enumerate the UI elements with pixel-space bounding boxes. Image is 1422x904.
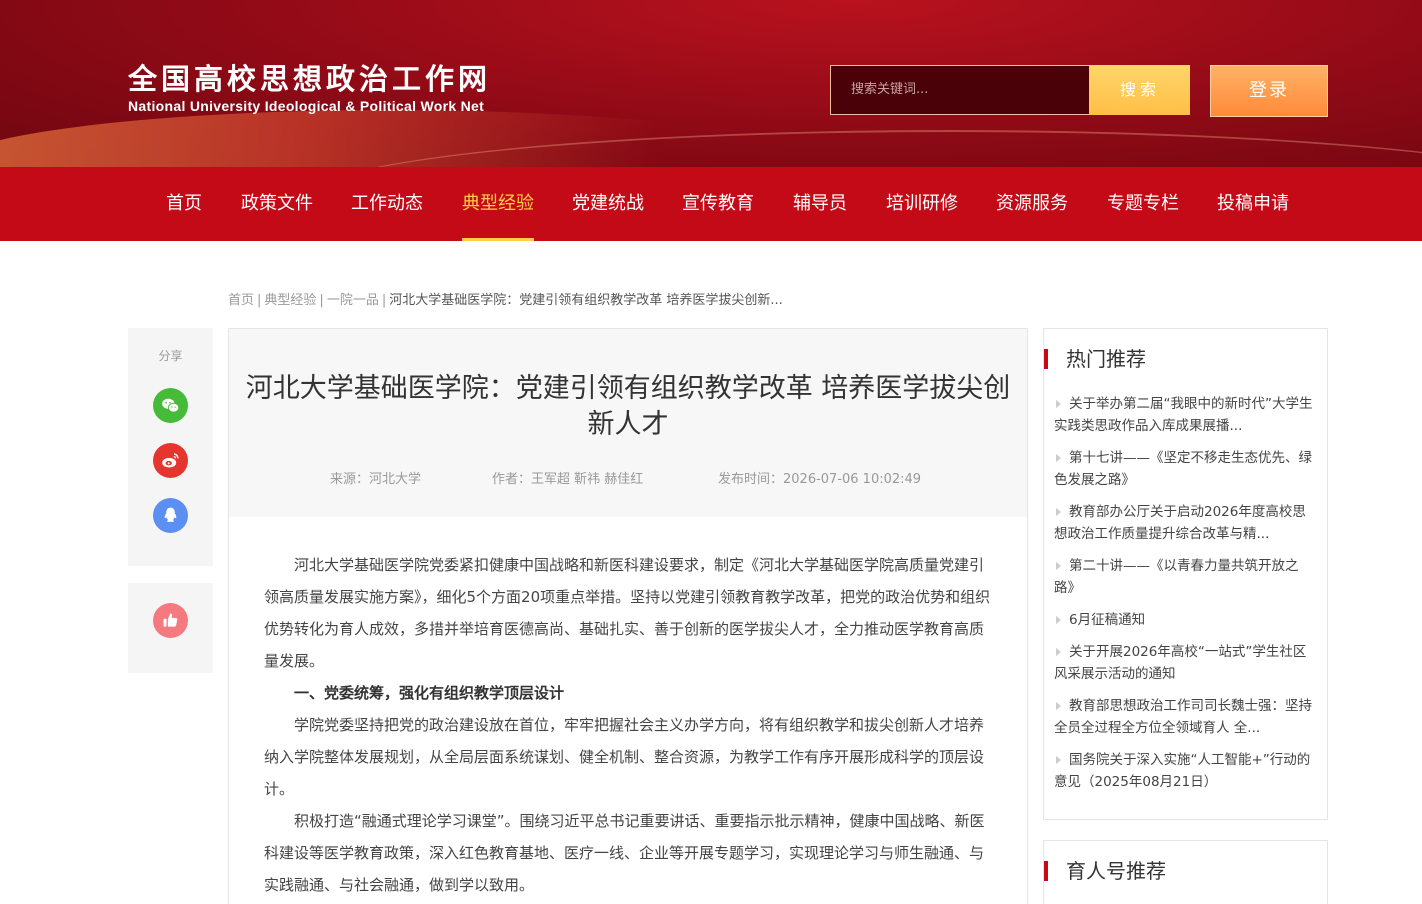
caret-right-icon [1056, 561, 1061, 570]
article-paragraph: 河北大学基础医学院党委紧扣健康中国战略和新医科建设要求，制定《河北大学基础医学院… [264, 556, 991, 670]
caret-right-icon [1056, 647, 1061, 656]
nav-item-counselor[interactable]: 辅导员 [793, 167, 847, 241]
list-item[interactable]: 关于举办第二届“我眼中的新时代”大学生实践类思政作品入库成果展播... [1054, 393, 1316, 437]
nav-item-submit[interactable]: 投稿申请 [1217, 167, 1289, 241]
article-container: 河北大学基础医学院：党建引领有组织教学改革 培养医学拔尖创新人才 来源：河北大学… [228, 328, 1028, 904]
yuren-recommend-title: 育人号推荐 [1044, 859, 1166, 883]
login-button[interactable]: 登录 [1210, 65, 1328, 117]
breadcrumb-experience[interactable]: 典型经验 [264, 293, 316, 308]
caret-right-icon [1056, 453, 1061, 462]
nav-item-policy[interactable]: 政策文件 [241, 167, 313, 241]
article-body: 河北大学基础医学院党委紧扣健康中国战略和新医科建设要求，制定《河北大学基础医学院… [264, 549, 994, 901]
hot-item-text: 教育部办公厅关于启动2026年度高校思想政治工作质量提升综合改革与精... [1054, 504, 1306, 542]
list-item[interactable]: 6月征稿通知 [1054, 609, 1316, 631]
hot-item-text: 第十七讲——《坚定不移走生态优先、绿色发展之路》 [1054, 450, 1312, 488]
article-publish-time: 发布时间：2026-07-06 10:02:49 [718, 472, 922, 487]
article-paragraph: 积极打造“融通式理论学习课堂”。围绕习近平总书记重要讲话、重要指示批示精神，健康… [264, 812, 985, 894]
list-item[interactable]: 第二十讲——《以青春力量共筑开放之路》 [1054, 555, 1316, 599]
breadcrumb-current: 河北大学基础医学院：党建引领有组织教学改革 培养医学拔尖创新... [389, 293, 783, 308]
breadcrumb-category[interactable]: 一院一品 [327, 293, 379, 308]
weibo-icon [162, 453, 179, 468]
hot-item-text: 6月征稿通知 [1069, 612, 1146, 628]
site-header: 全国高校思想政治工作网 National University Ideologi… [0, 0, 1422, 167]
nav-item-publicity[interactable]: 宣传教育 [682, 167, 754, 241]
nav-item-experience[interactable]: 典型经验 [462, 167, 534, 241]
main-nav: 首页 政策文件 工作动态 典型经验 党建统战 宣传教育 辅导员 培训研修 资源服… [0, 167, 1422, 241]
hot-recommend-list: 关于举办第二届“我眼中的新时代”大学生实践类思政作品入库成果展播... 第十七讲… [1054, 393, 1316, 803]
caret-right-icon [1056, 399, 1061, 408]
article-title: 河北大学基础医学院：党建引领有组织教学改革 培养医学拔尖创新人才 [245, 373, 1011, 440]
article-source: 来源：河北大学 [330, 472, 422, 487]
list-item[interactable]: 国务院关于深入实施“人工智能+”行动的意见（2025年08月21日） [1054, 749, 1316, 793]
nav-item-news[interactable]: 工作动态 [351, 167, 423, 241]
caret-right-icon [1056, 701, 1061, 710]
qq-share-button[interactable] [153, 498, 188, 533]
thumbs-up-icon [163, 613, 178, 627]
nav-item-home[interactable]: 首页 [166, 167, 202, 241]
caret-right-icon [1056, 615, 1061, 624]
caret-right-icon [1056, 755, 1061, 764]
logo-chinese-text: 全国高校思想政治工作网 [128, 62, 492, 96]
list-item[interactable]: 教育部办公厅关于启动2026年度高校思想政治工作质量提升综合改革与精... [1054, 501, 1316, 545]
nav-item-resources[interactable]: 资源服务 [996, 167, 1068, 241]
hot-item-text: 关于举办第二届“我眼中的新时代”大学生实践类思政作品入库成果展播... [1054, 396, 1313, 434]
qq-icon [164, 507, 177, 523]
share-label: 分享 [158, 349, 183, 363]
hot-item-text: 第二十讲——《以青春力量共筑开放之路》 [1054, 558, 1299, 596]
list-item[interactable]: 第十七讲——《坚定不移走生态优先、绿色发展之路》 [1054, 447, 1316, 491]
article-section-heading: 一、党委统筹，强化有组织教学顶层设计 [294, 684, 565, 702]
list-item[interactable]: 关于开展2026年高校“一站式”学生社区风采展示活动的通知 [1054, 641, 1316, 685]
site-logo[interactable]: 全国高校思想政治工作网 National University Ideologi… [128, 62, 491, 114]
search-input[interactable]: 搜索关键词... [830, 65, 1090, 115]
wechat-icon [162, 398, 180, 413]
logo-english-text: National University Ideological & Politi… [128, 98, 485, 114]
hot-item-text: 国务院关于深入实施“人工智能+”行动的意见（2025年08月21日） [1054, 752, 1311, 790]
nav-active-underline [462, 238, 534, 241]
wechat-share-button[interactable] [153, 388, 188, 423]
hot-recommend-title: 热门推荐 [1044, 347, 1146, 371]
breadcrumb: 首页 | 典型经验 | 一院一品 | 河北大学基础医学院：党建引领有组织教学改革 培养医学拔… [228, 293, 783, 308]
nav-item-label: 典型经验 [462, 193, 534, 214]
nav-item-training[interactable]: 培训研修 [886, 167, 958, 241]
hot-item-text: 教育部思想政治工作司司长魏士强：坚持全员全过程全方位全领域育人 全... [1054, 698, 1312, 736]
like-panel [128, 583, 213, 673]
article-paragraph: 学院党委坚持把党的政治建设放在首位，牢牢把握社会主义办学方向，将有组织教学和拔尖… [264, 716, 985, 798]
nav-item-party[interactable]: 党建统战 [572, 167, 644, 241]
article-author: 作者：王军超 靳祎 赫佳红 [492, 472, 644, 487]
nav-item-special[interactable]: 专题专栏 [1107, 167, 1179, 241]
caret-right-icon [1056, 507, 1061, 516]
list-item[interactable]: 教育部思想政治工作司司长魏士强：坚持全员全过程全方位全领域育人 全... [1054, 695, 1316, 739]
weibo-share-button[interactable] [153, 443, 188, 478]
hot-item-text: 关于开展2026年高校“一站式”学生社区风采展示活动的通知 [1054, 644, 1307, 682]
breadcrumb-home[interactable]: 首页 [228, 293, 254, 308]
search-button[interactable]: 搜索 [1090, 65, 1190, 115]
yuren-recommend-panel: 育人号推荐 [1043, 840, 1328, 904]
hot-recommend-panel: 热门推荐 关于举办第二届“我眼中的新时代”大学生实践类思政作品入库成果展播...… [1043, 328, 1328, 820]
like-button[interactable] [153, 603, 188, 638]
article-header: 河北大学基础医学院：党建引领有组织教学改革 培养医学拔尖创新人才 来源：河北大学… [229, 329, 1027, 517]
share-panel: 分享 [128, 328, 213, 566]
